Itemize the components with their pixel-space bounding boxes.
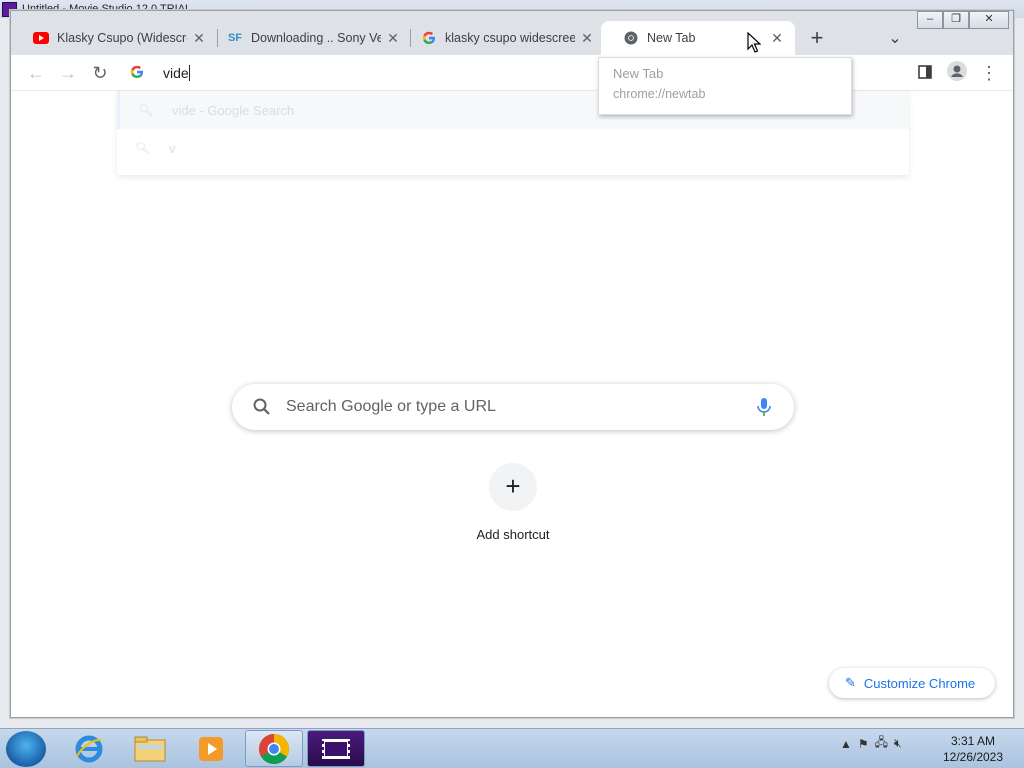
address-bar[interactable]: vide [127, 59, 607, 87]
hover-card-title: New Tab [613, 66, 664, 81]
suggestion-text: vide - Google Search [172, 102, 295, 118]
tab-hover-card: New Tab chrome://newtab [598, 57, 852, 115]
google-icon [421, 30, 437, 46]
menu-dots-icon[interactable]: ⋮ [977, 61, 1001, 85]
plus-icon: + [489, 463, 537, 511]
google-icon [127, 65, 147, 82]
chrome-icon [258, 733, 290, 764]
tab-sourceforge[interactable]: SF Downloading .. Sony Vegas ✕ [205, 21, 411, 55]
youtube-icon [33, 30, 49, 46]
profile-avatar-icon[interactable] [945, 61, 969, 85]
back-button[interactable]: ← [24, 61, 48, 85]
network-icon[interactable]: 🖧︎ [875, 733, 888, 754]
tab-title: Downloading .. Sony Vegas [251, 31, 381, 45]
tab-youtube[interactable]: Klasky Csupo (Widescreen) ✕ [11, 21, 217, 55]
search-icon [253, 398, 270, 415]
chrome-taskbar-button[interactable] [245, 730, 303, 767]
pencil-icon: ✎ [845, 675, 856, 690]
minimize-button[interactable]: – [917, 11, 943, 29]
add-shortcut-tile[interactable]: + Add shortcut [463, 463, 563, 553]
windows-taskbar: ▲ ⚑ 🖧︎ 🔇︎ 3:31 AM 12/26/2023 [0, 728, 1024, 768]
tab-google-search[interactable]: klasky csupo widescreen ✕ [399, 21, 605, 55]
tab-search-chevron-icon[interactable]: ⌄ [883, 27, 907, 51]
ntp-search-box[interactable]: Search Google or type a URL [232, 384, 794, 430]
movie-studio-icon [322, 738, 350, 759]
suggestion-item[interactable]: 🔍︎ v [117, 129, 909, 167]
new-tab-button[interactable]: + [805, 27, 829, 51]
show-hidden-icons-icon[interactable]: ▲ [840, 737, 852, 751]
close-window-button[interactable]: ✕ [969, 11, 1009, 29]
search-icon: 🔍︎ [138, 103, 154, 117]
address-bar-value[interactable]: vide [163, 65, 189, 81]
media-player-icon[interactable] [182, 730, 240, 767]
file-explorer-icon[interactable] [121, 730, 179, 767]
customize-chrome-label: Customize Chrome [863, 675, 976, 691]
clock-date: 12/26/2023 [942, 750, 1004, 764]
add-shortcut-label: Add shortcut [476, 527, 550, 542]
clock-time: 3:31 AM [950, 734, 996, 748]
chrome-icon [623, 30, 639, 46]
sf-icon: SF [227, 32, 243, 44]
system-tray: ▲ ⚑ 🖧︎ 🔇︎ [840, 733, 902, 754]
microphone-icon[interactable] [752, 395, 776, 419]
reload-button[interactable]: ↻ [88, 61, 112, 85]
tab-title: Klasky Csupo (Widescreen) [57, 31, 187, 45]
chrome-window: – ❐ ✕ Klasky Csupo (Widescreen) ✕ SF Dow… [10, 10, 1014, 718]
tab-new-tab[interactable]: New Tab ✕ [601, 21, 795, 55]
mouse-cursor-icon [747, 32, 761, 53]
close-tab-icon[interactable]: ✕ [579, 30, 595, 46]
volume-muted-icon[interactable]: 🔇︎ [894, 736, 902, 751]
action-center-flag-icon[interactable]: ⚑ [858, 737, 869, 751]
start-button-icon[interactable] [6, 731, 46, 767]
tab-strip: – ❐ ✕ Klasky Csupo (Widescreen) ✕ SF Dow… [11, 11, 1013, 55]
hover-card-url: chrome://newtab [613, 87, 706, 101]
search-icon: 🔍︎ [135, 141, 151, 155]
side-panel-icon[interactable] [913, 61, 937, 85]
tab-title: klasky csupo widescreen [445, 31, 575, 45]
forward-button[interactable]: → [56, 61, 80, 85]
internet-explorer-icon[interactable] [60, 730, 118, 767]
suggestion-text: v [169, 140, 176, 156]
taskbar-clock[interactable]: 3:31 AM 12/26/2023 [936, 733, 1010, 765]
restore-button[interactable]: ❐ [943, 11, 969, 29]
text-caret [188, 65, 190, 81]
browser-toolbar: ← → ↻ vide ⋮ [11, 55, 1013, 91]
close-tab-icon[interactable]: ✕ [769, 30, 785, 46]
customize-chrome-button[interactable]: ✎ Customize Chrome [829, 668, 995, 698]
movie-studio-taskbar-button[interactable] [307, 730, 365, 767]
search-placeholder: Search Google or type a URL [286, 398, 496, 415]
